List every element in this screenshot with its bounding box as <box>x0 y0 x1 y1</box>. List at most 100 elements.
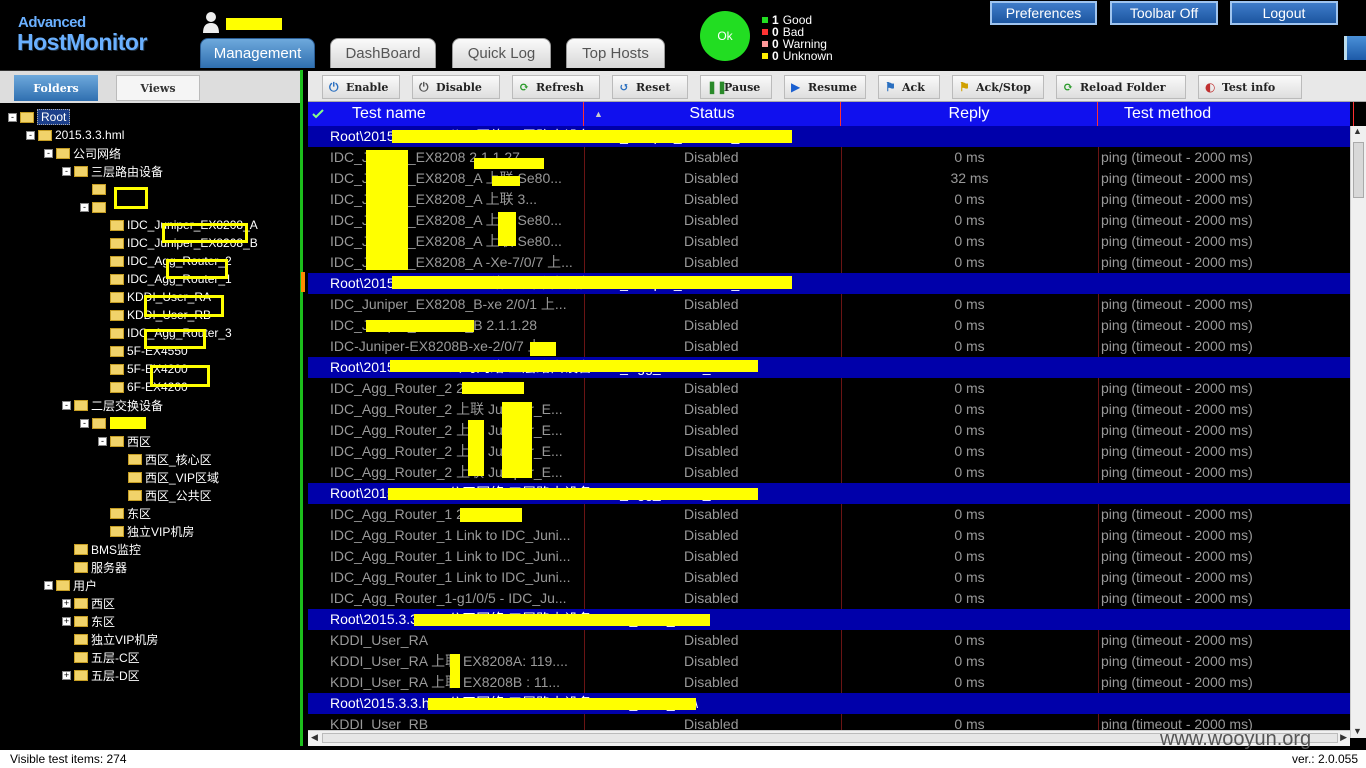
test-row[interactable]: IDC_Juniper_EX8208_A 上联 Se80... Disabled 0… <box>308 231 1350 252</box>
tab-top-hosts[interactable]: Top Hosts <box>566 38 665 68</box>
test-row[interactable]: IDC_Juniper_EX8208_A 上联 Se80... Disabled 0… <box>308 210 1350 231</box>
tab-dashboard[interactable]: DashBoard <box>330 38 436 68</box>
tree-node[interactable]: 独立VIP机房 <box>62 630 158 648</box>
expand-icon[interactable]: + <box>62 670 71 680</box>
reset-button[interactable]: ↺ Reset <box>612 75 688 99</box>
toolbar-label: Test info <box>1222 80 1276 94</box>
test-row[interactable]: KDDI_User_RA Disabled 0 ms ping (timeout - … <box>308 630 1350 651</box>
tree-node[interactable]: + 西区 <box>62 594 115 612</box>
tab-management[interactable]: Management <box>200 38 315 68</box>
test-row[interactable]: KDDI_User_RA 上联 EX8208A: 119.... Disabled… <box>308 651 1350 672</box>
test-row[interactable]: IDC_Agg_Router_1 Link to IDC_Juni... Disa… <box>308 525 1350 546</box>
tree-node-label: Root <box>37 109 71 125</box>
ack-button[interactable]: ⚑ Ack <box>878 75 940 99</box>
tree-node[interactable]: 西区_核心区 <box>116 450 212 468</box>
test-row[interactable]: IDC_Juniper_EX8208_A -Xe-7/0/7 上... Disab… <box>308 252 1350 273</box>
collapse-icon[interactable]: - <box>80 418 89 428</box>
ack-stop-button[interactable]: ⚑ Ack/Stop <box>952 75 1044 99</box>
test-row[interactable]: IDC-Juniper-EX8208B-xe-2/0/7 上... Disable… <box>308 336 1350 357</box>
reload-folder-button[interactable]: ⟳ Reload Folder <box>1056 75 1186 99</box>
tree-node-label: 用户 <box>73 578 98 593</box>
tree-node[interactable]: - <box>80 198 109 216</box>
test-reply: 0 ms <box>954 569 985 585</box>
test-reply: 0 ms <box>954 380 985 396</box>
test-row[interactable]: IDC_Agg_Router_2 上联 Juniper_E... Disabled… <box>308 399 1350 420</box>
splitter[interactable] <box>300 70 308 746</box>
test-status: Disabled <box>684 401 739 417</box>
pause-button[interactable]: ❚❚ Pause <box>700 75 772 99</box>
expand-icon[interactable]: + <box>62 598 71 608</box>
test-row[interactable]: IDC_Juniper_EX8208_A 上联 3... Disabled 0 ms… <box>308 189 1350 210</box>
tree-node[interactable]: - 二层交换设备 <box>62 396 163 414</box>
collapse-icon[interactable]: - <box>44 580 53 590</box>
tree-node[interactable]: - Root <box>8 108 71 126</box>
tree-node[interactable]: 服务器 <box>62 558 127 576</box>
tree-node[interactable]: - 西区 <box>98 432 151 450</box>
test-row[interactable]: IDC_Agg_Router_1 Link to IDC_Juni... Disa… <box>308 567 1350 588</box>
tab-views[interactable]: Views <box>116 75 200 101</box>
tab-folders[interactable]: Folders <box>14 75 98 101</box>
redaction-box <box>502 402 532 478</box>
test-info-button[interactable]: ◐ Test info <box>1198 75 1302 99</box>
tree-node[interactable]: 独立VIP机房 <box>98 522 194 540</box>
tab-quick-log[interactable]: Quick Log <box>452 38 551 68</box>
toolbar-off-button[interactable]: Toolbar Off <box>1110 1 1218 25</box>
preferences-button[interactable]: Preferences <box>990 1 1097 25</box>
test-method: ping (timeout - 2000 ms) <box>1101 527 1253 543</box>
tree-node[interactable]: 西区_公共区 <box>116 486 212 504</box>
sort-asc-icon: ▲ <box>594 109 603 119</box>
folder-icon <box>110 237 124 249</box>
tree-node[interactable]: - 用户 <box>44 576 97 594</box>
collapse-icon[interactable]: - <box>98 436 107 446</box>
tree-node-label: 三层路由设备 <box>91 164 164 179</box>
column-test-name[interactable]: Test name <box>330 102 584 126</box>
tree-node[interactable]: + 东区 <box>62 612 115 630</box>
vertical-scrollbar[interactable]: ▲ ▼ <box>1350 126 1366 738</box>
test-row[interactable]: IDC_Agg_Router_1-g1/0/5 - IDC_Ju... Disab… <box>308 588 1350 609</box>
collapse-icon[interactable]: - <box>44 148 53 158</box>
expand-icon[interactable]: + <box>62 616 71 626</box>
side-panel-toggle[interactable] <box>1344 36 1366 60</box>
collapse-icon[interactable]: - <box>8 112 17 122</box>
disable-button[interactable]: ⏻ Disable <box>412 75 500 99</box>
tree-node[interactable]: BMS监控 <box>62 540 141 558</box>
tree-node-label: 独立VIP机房 <box>91 632 159 647</box>
test-row[interactable]: IDC_Agg_Router_2 上联 Juniper_E... Disabled… <box>308 462 1350 483</box>
folder-icon <box>110 273 124 285</box>
tree-node[interactable]: - <box>80 414 109 432</box>
test-method: ping (timeout - 2000 ms) <box>1101 191 1253 207</box>
collapse-icon[interactable]: - <box>62 166 71 176</box>
tree-node[interactable]: + 五层-D区 <box>62 666 140 684</box>
test-row[interactable]: IDC_Agg_Router_1 Link to IDC_Juni... Disa… <box>308 546 1350 567</box>
tree-node[interactable]: - 公司网络 <box>44 144 121 162</box>
tree-node[interactable]: 五层-C区 <box>62 648 140 666</box>
tree-node[interactable]: - 2015.3.3.hml <box>26 126 124 144</box>
column-test-method[interactable]: Test method <box>1098 102 1354 126</box>
test-row[interactable]: KDDI_User_RA 上联 EX8208B : 11... Disabled 0… <box>308 672 1350 693</box>
test-row[interactable]: IDC_Juniper_EX8208 2.1.1.27 Disabled 0 ms p… <box>308 147 1350 168</box>
collapse-icon[interactable]: - <box>62 400 71 410</box>
column-reply[interactable]: Reply <box>841 102 1098 126</box>
test-status: Disabled <box>684 170 739 186</box>
tree-node[interactable]: 西区_VIP区域 <box>116 468 219 486</box>
test-row[interactable]: IDC_Agg_Router_2 上联 Juniper_E... Disabled… <box>308 420 1350 441</box>
redaction-box <box>144 329 206 349</box>
test-row[interactable]: IDC_Juniper_EX8208_B-xe 2/0/1 上... Disabl… <box>308 294 1350 315</box>
resume-button[interactable]: ▶ Resume <box>784 75 866 99</box>
tree-node[interactable] <box>80 180 109 198</box>
tree-node[interactable]: - 三层路由设备 <box>62 162 163 180</box>
tree-node[interactable]: 东区 <box>98 504 151 522</box>
collapse-icon[interactable]: - <box>80 202 89 212</box>
logout-button[interactable]: Logout <box>1230 1 1338 25</box>
test-method: ping (timeout - 2000 ms) <box>1101 590 1253 606</box>
folder-icon <box>128 471 142 483</box>
refresh-button[interactable]: ⟳ Refresh <box>512 75 600 99</box>
column-status[interactable]: ▲ Status <box>584 102 841 126</box>
folder-icon <box>74 561 88 573</box>
enable-button[interactable]: ⏻ Enable <box>322 75 400 99</box>
collapse-icon[interactable]: - <box>26 130 35 140</box>
test-row[interactable]: IDC_Agg_Router_2 上联 Juniper_E... Disabled… <box>308 441 1350 462</box>
test-grid: Test name ▲ Status Reply Test method Roo… <box>308 102 1366 746</box>
test-method: ping (timeout - 2000 ms) <box>1101 170 1253 186</box>
test-row[interactable]: IDC_Juniper_EX8208_A 上联 Se80... Disabled 3… <box>308 168 1350 189</box>
